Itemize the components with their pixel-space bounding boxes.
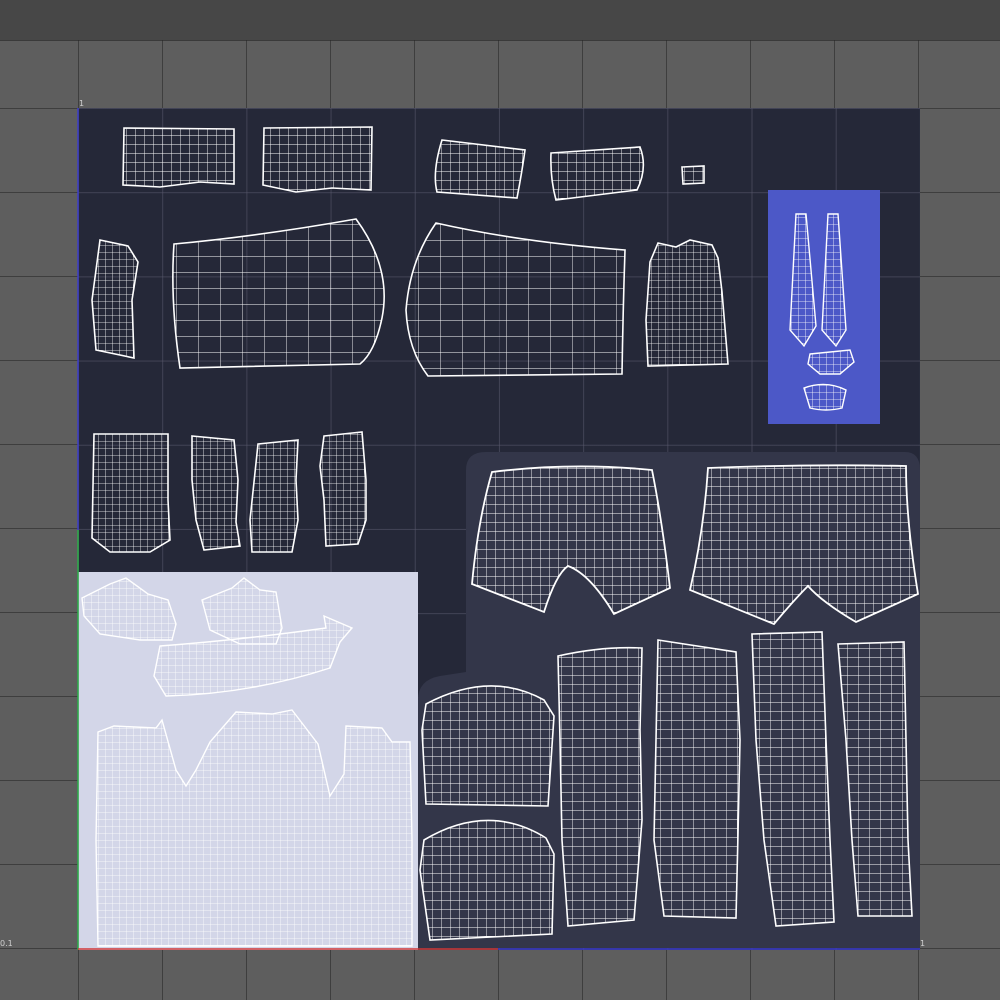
lower-piece-4[interactable] bbox=[319, 431, 367, 547]
strap-top-left-1[interactable] bbox=[122, 127, 235, 188]
tie-loop[interactable] bbox=[803, 383, 847, 411]
shirt-body[interactable] bbox=[95, 709, 413, 947]
strap-top-mid-1[interactable] bbox=[434, 139, 526, 199]
seat-patch-bottom[interactable] bbox=[419, 819, 555, 941]
small-tab[interactable] bbox=[681, 165, 705, 185]
vest-piece[interactable] bbox=[645, 239, 729, 367]
strap-top-left-2[interactable] bbox=[262, 126, 373, 193]
uv-canvas[interactable] bbox=[0, 0, 1000, 1000]
leg-strip-2[interactable] bbox=[653, 639, 741, 919]
leg-strip-1[interactable] bbox=[557, 646, 643, 927]
seat-patch-top[interactable] bbox=[421, 685, 555, 807]
back-panel-left[interactable] bbox=[172, 218, 385, 369]
lower-piece-2[interactable] bbox=[191, 435, 241, 551]
lower-piece-3[interactable] bbox=[249, 439, 299, 553]
side-panel-small[interactable] bbox=[91, 239, 139, 359]
strap-top-mid-2[interactable] bbox=[550, 146, 645, 201]
back-panel-right[interactable] bbox=[405, 222, 626, 377]
lower-piece-1[interactable] bbox=[91, 433, 171, 553]
